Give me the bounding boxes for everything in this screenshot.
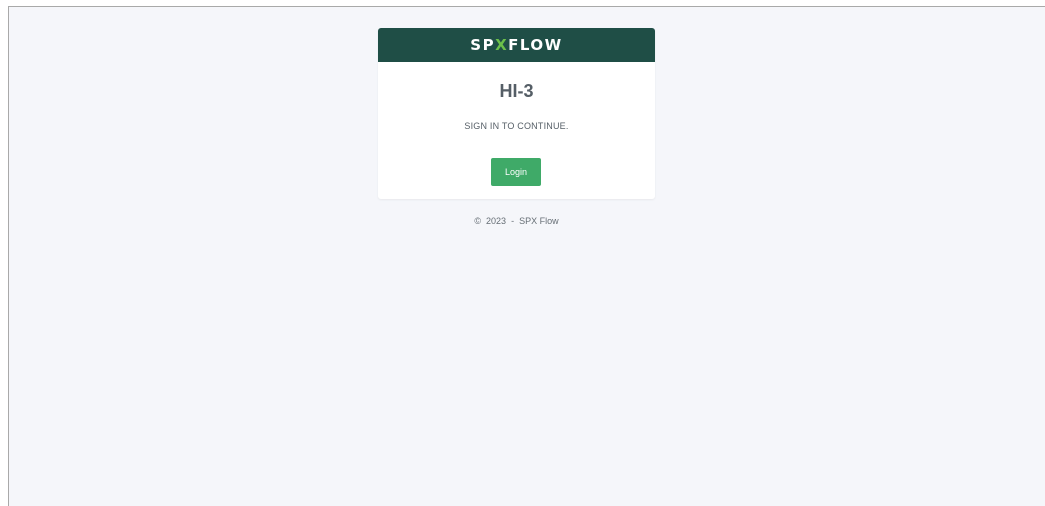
logo-text-flow: FLOW [508,36,563,54]
footer: © 2023 - SPX Flow [378,216,655,226]
logo-text-sp: SP [470,36,496,54]
card-header: SPXFLOW [378,28,655,62]
logo-text-x: X [495,36,509,54]
copyright-icon: © [474,216,482,226]
page-title: HI-3 [499,81,534,101]
login-card: SPXFLOW HI-3 SIGN IN TO CONTINUE. Login [378,28,655,199]
footer-separator: - [511,216,515,226]
footer-year: 2023 [486,216,507,226]
spxflow-logo: SPXFLOW [470,36,562,54]
sign-in-prompt: SIGN IN TO CONTINUE. [464,121,569,131]
footer-company: SPX Flow [519,216,559,226]
page-viewport: SPXFLOW HI-3 SIGN IN TO CONTINUE. Login … [8,6,1045,506]
login-button[interactable]: Login [491,158,541,186]
